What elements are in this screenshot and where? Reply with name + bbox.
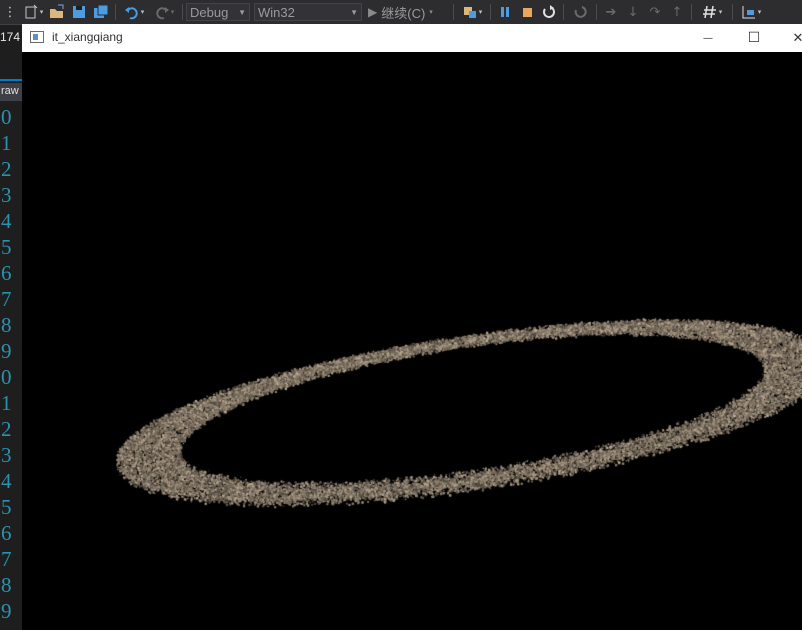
play-icon: ▶ [368,5,378,19]
editor-tab[interactable]: raw [0,83,22,101]
toolbar-separator [732,4,733,20]
line-number: 7 [1,287,12,311]
line-number-gutter: 01234567890123456789 [0,104,22,624]
show-next-statement-button[interactable] [567,1,593,23]
arrow-up-icon: ↑ [671,4,683,20]
undo-button[interactable]: ▾ [119,1,149,23]
curved-arrow-icon: ↷ [649,4,661,20]
save-icon [73,6,85,18]
pause-icon [501,7,509,17]
line-number: 8 [1,573,12,597]
maximize-icon: ☐ [747,30,761,46]
restart-icon [543,5,555,18]
line-number: 5 [1,495,12,519]
toolbar-separator [563,4,564,20]
minimize-icon: — [703,32,713,44]
hash-icon [702,5,716,19]
line-number: 9 [1,339,12,363]
save-all-icon [94,4,109,18]
line-number: 9 [1,599,12,623]
line-number: 6 [1,261,12,285]
line-number: 7 [1,547,12,571]
line-number: 1 [1,131,12,155]
app-window: it_xiangqiang — ☐ ✕ [22,24,802,630]
stop-debugging-button[interactable] [516,1,538,23]
restart-button[interactable] [538,1,560,23]
app-window-icon [30,31,44,43]
document-tab-number[interactable]: 174 [0,30,20,44]
ide-toolbar: ⋮ ▾ ▾ ▾ Debug ▼ Win32 ▼ ▶ 继续(C) ▾ ▾ ➔ ↓ … [0,0,802,25]
particle-ring-canvas [22,52,802,630]
toolbar-separator [596,4,597,20]
line-number: 6 [1,521,12,545]
active-tab-indicator [0,79,22,81]
window-title: it_xiangqiang [52,30,123,44]
line-number: 5 [1,235,12,259]
toolbar-separator [490,4,491,20]
run-to-cursor-button[interactable]: ↑ [666,1,688,23]
maximize-button[interactable]: ☐ [744,28,764,48]
toolbar-separator [691,4,692,20]
open-file-button[interactable] [46,1,68,23]
window-titlebar[interactable]: it_xiangqiang — ☐ ✕ [22,24,802,52]
line-number: 4 [1,209,12,233]
chevron-down-icon: ▼ [350,8,358,17]
threads-button[interactable]: ▾ [736,1,766,23]
redo-button[interactable]: ▾ [149,1,179,23]
solution-configuration-select[interactable]: Debug ▼ [186,3,250,21]
line-number: 8 [1,313,12,337]
line-number: 3 [1,443,12,467]
toolbar-separator [453,4,454,20]
line-number: 2 [1,157,12,181]
solution-platform-select[interactable]: Win32 ▼ [254,3,362,21]
render-viewport[interactable] [22,52,802,630]
minimize-button[interactable]: — [698,28,718,48]
arrow-down-icon: ↓ [627,4,639,20]
save-button[interactable] [68,1,90,23]
process-icon [463,7,476,18]
editor-tab-label: raw [1,85,19,97]
arrow-right-icon: ➔ [605,4,617,20]
save-all-button[interactable] [90,1,112,23]
continue-button[interactable]: ▶ 继续(C) ▾ [368,1,450,23]
hex-display-button[interactable]: ▾ [695,1,729,23]
grip-icon: ⋮ [3,4,17,20]
configuration-value: Debug [190,4,229,20]
step-into-button[interactable]: ➔ [600,1,622,23]
line-number: 2 [1,417,12,441]
next-statement-icon [574,6,587,18]
break-all-button[interactable] [494,1,516,23]
line-number: 4 [1,469,12,493]
new-project-button[interactable]: ▾ [20,1,46,23]
line-number: 1 [1,391,12,415]
new-project-icon [25,4,38,19]
toolbar-separator [115,4,116,20]
continue-label: 继续(C) [381,5,426,21]
line-number: 0 [1,105,12,129]
chevron-down-icon: ▼ [238,8,246,17]
undo-icon [124,7,138,20]
redo-icon [156,7,169,20]
platform-value: Win32 [258,4,295,20]
line-number: 3 [1,183,12,207]
threads-icon [742,6,755,19]
open-folder-icon [50,4,64,18]
line-number: 0 [1,365,12,389]
toolbar-separator [182,4,183,20]
close-icon: ✕ [792,30,802,46]
close-button[interactable]: ✕ [788,28,802,48]
step-out-button[interactable]: ↷ [644,1,666,23]
attach-process-button[interactable]: ▾ [457,1,487,23]
step-over-button[interactable]: ↓ [622,1,644,23]
stop-icon [523,8,532,17]
